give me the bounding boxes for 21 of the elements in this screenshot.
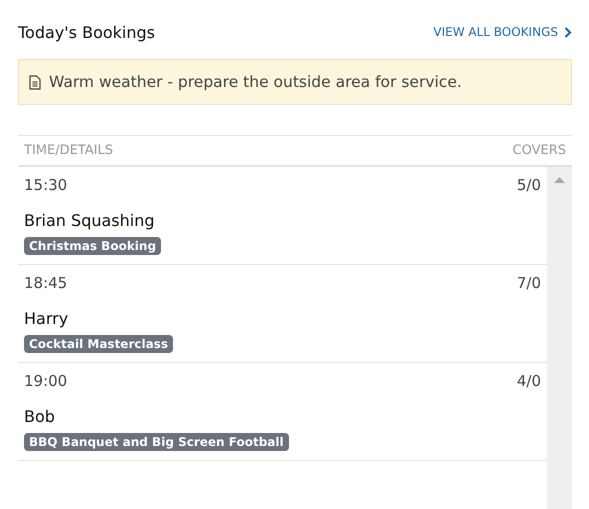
column-header: COVERS	[512, 143, 566, 158]
scroll-up-icon[interactable]	[554, 177, 565, 183]
booking-tag: BBQ Banquet and Big Screen Football	[24, 433, 289, 451]
panel-title: Today's Bookings	[18, 22, 155, 42]
view-all-link[interactable]: VIEW ALL BOOKINGS	[433, 25, 572, 39]
covers-count: 5/0	[516, 176, 541, 194]
covers-count: 7/0	[516, 274, 541, 292]
guest-name: Harry	[24, 309, 70, 329]
booking-time: 15:30	[24, 176, 68, 194]
scrollbar[interactable]	[547, 167, 572, 509]
document-icon	[29, 74, 41, 90]
booking-tag: Cocktail Masterclass	[24, 335, 173, 353]
booking-time: 19:00	[24, 372, 68, 390]
covers-count: 4/0	[516, 372, 541, 390]
booking-time: 18:45	[24, 274, 68, 292]
column-header: TIME/DETAILS	[24, 143, 113, 158]
guest-name: Brian Squashing	[24, 211, 156, 231]
booking-tag: Christmas Booking	[24, 237, 162, 255]
guest-name: Bob	[24, 407, 56, 427]
notice-text: Warm weather - prepare the outside area for service.	[49, 73, 462, 91]
chevron-right-icon	[564, 26, 572, 38]
